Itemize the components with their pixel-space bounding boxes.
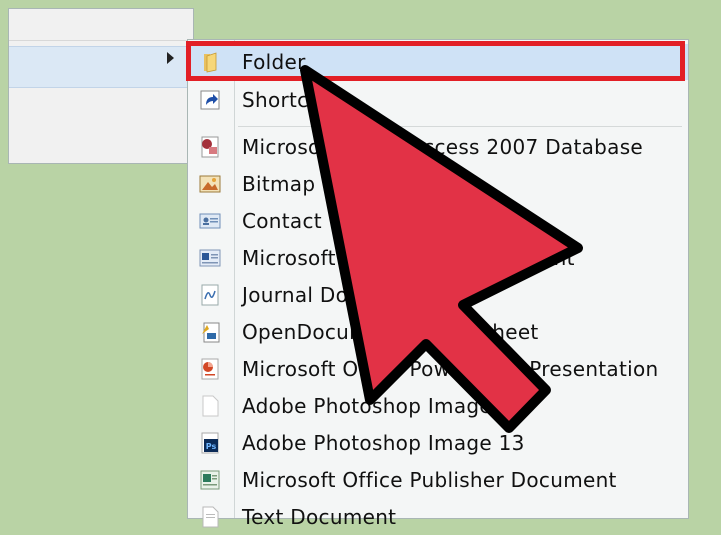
menu-item-journal-document[interactable]: Journal Document <box>188 277 688 313</box>
menu-item-photoshop-image-13[interactable]: Ps Adobe Photoshop Image 13 <box>188 425 688 461</box>
menu-item-shortcut[interactable]: Shortcut <box>188 82 688 118</box>
access-icon <box>201 136 219 158</box>
menu-item-label: Bitmap Image <box>242 172 387 196</box>
powerpoint-icon <box>201 358 219 380</box>
menu-item-label: Adobe Photoshop Image <box>242 394 492 418</box>
menu-item-publisher[interactable]: Microsoft Office Publisher Document <box>188 462 688 498</box>
menu-item-bitmap[interactable]: Bitmap Image <box>188 166 688 202</box>
menu-separator <box>9 40 193 41</box>
photoshop-icon: Ps <box>201 432 219 454</box>
menu-item-text-document[interactable]: Text Document <box>188 499 688 535</box>
menu-item-label: Contact <box>242 209 322 233</box>
menu-item-access-database[interactable]: Microsoft Office Access 2007 Database <box>188 129 688 165</box>
menu-item-word-document[interactable]: Microsoft Office Word Document <box>188 240 688 276</box>
submenu-arrow-icon <box>167 52 174 64</box>
journal-icon <box>201 284 219 306</box>
bitmap-icon <box>199 175 221 193</box>
menu-item-label: Microsoft Office PowerPoint Presentation <box>242 357 659 381</box>
menu-item-label: Shortcut <box>242 88 330 112</box>
contact-icon <box>199 213 221 229</box>
menu-item-label: Text Document <box>242 505 397 529</box>
menu-item-powerpoint[interactable]: Microsoft Office PowerPoint Presentation <box>188 351 688 387</box>
menu-separator <box>238 126 682 127</box>
svg-text:Ps: Ps <box>206 442 217 451</box>
menu-item-opendocument[interactable]: OpenDocument Spreadsheet <box>188 314 688 350</box>
opendocument-icon <box>202 322 220 343</box>
publisher-icon <box>200 470 220 490</box>
shortcut-icon <box>200 90 220 110</box>
menu-item-label: Microsoft Office Access 2007 Database <box>242 135 644 159</box>
text-document-icon <box>202 506 219 528</box>
highlight-outline <box>186 41 685 81</box>
new-submenu: Folder Shortcut Microsoft Office Access … <box>186 39 689 529</box>
parent-context-menu <box>8 8 194 164</box>
menu-item-contact[interactable]: Contact <box>188 203 688 239</box>
menu-item-label: Microsoft Office Word Document <box>242 246 575 270</box>
menu-item-label: Microsoft Office Publisher Document <box>242 468 617 492</box>
menu-item-photoshop-image[interactable]: Adobe Photoshop Image <box>188 388 688 424</box>
word-icon <box>199 249 221 267</box>
blank-document-icon <box>202 395 219 417</box>
new-menu-item[interactable] <box>9 46 193 88</box>
menu-item-label: Adobe Photoshop Image 13 <box>242 431 525 455</box>
menu-item-label: Journal Document <box>242 283 426 307</box>
menu-item-label: OpenDocument Spreadsheet <box>242 320 539 344</box>
